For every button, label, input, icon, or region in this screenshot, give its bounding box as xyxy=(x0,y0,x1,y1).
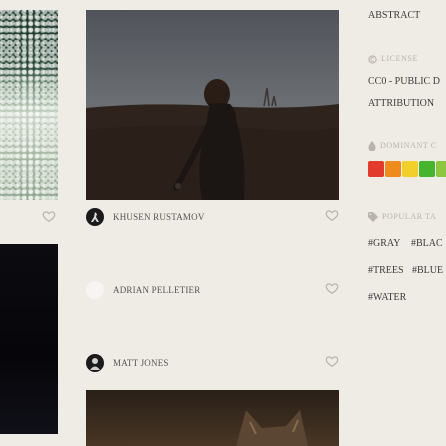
author-row[interactable]: MATT JONES xyxy=(86,354,339,374)
colors-heading: DOMINANT C xyxy=(368,141,437,152)
color-swatch[interactable] xyxy=(368,161,384,177)
author-name[interactable]: KHUSEN RUSTAMOV xyxy=(113,212,205,222)
author-row[interactable]: ADRIAN PELLETIER xyxy=(86,281,339,301)
tag-link[interactable]: #WATER xyxy=(368,292,406,303)
photo-flower-field[interactable] xyxy=(0,10,58,200)
heart-icon[interactable] xyxy=(325,354,339,368)
author-name[interactable]: ADRIAN PELLETIER xyxy=(113,285,200,295)
heart-icon[interactable] xyxy=(325,208,339,222)
photo-cat[interactable] xyxy=(86,390,339,446)
tags-heading: POPULAR TA xyxy=(368,212,437,223)
copyright-circle-icon xyxy=(368,55,377,64)
heart-icon[interactable] xyxy=(325,281,339,295)
author-row[interactable]: KHUSEN RUSTAMOV xyxy=(86,208,339,228)
author-name[interactable]: MATT JONES xyxy=(113,358,169,368)
color-swatch[interactable] xyxy=(402,161,418,177)
avatar-figure-icon xyxy=(90,358,100,370)
tag-link[interactable]: #BLAC xyxy=(411,238,443,249)
color-swatch[interactable] xyxy=(419,161,435,177)
tag-link[interactable]: #TREES xyxy=(368,265,404,276)
avatar-figure-icon xyxy=(91,212,99,222)
license-line[interactable]: CC0 - PUBLIC D xyxy=(368,76,440,87)
license-heading: LICENSE xyxy=(368,54,418,64)
colors-heading-text: DOMINANT C xyxy=(380,141,437,150)
photo-details-panel: ABSTRACT LICENSE CC0 - PUBLIC D ATTRIBUT… xyxy=(368,0,446,446)
tag-link[interactable]: #GRAY xyxy=(368,238,400,249)
avatar[interactable] xyxy=(86,354,104,372)
license-heading-text: LICENSE xyxy=(381,54,419,63)
tags-heading-text: POPULAR TA xyxy=(382,212,437,221)
color-swatch[interactable] xyxy=(385,161,401,177)
drop-icon xyxy=(368,141,376,152)
photo-dark[interactable] xyxy=(0,244,58,434)
color-swatches xyxy=(368,161,446,177)
heart-icon[interactable] xyxy=(42,209,56,223)
photo-woman-in-field[interactable] xyxy=(86,10,339,200)
avatar[interactable] xyxy=(86,281,104,299)
category-label[interactable]: ABSTRACT xyxy=(368,10,420,21)
license-line[interactable]: ATTRIBUTION xyxy=(368,98,434,109)
color-swatch[interactable] xyxy=(436,161,446,177)
avatar[interactable] xyxy=(86,208,104,226)
tag-icon xyxy=(368,212,378,223)
tag-link[interactable]: #BLUE xyxy=(412,265,443,276)
